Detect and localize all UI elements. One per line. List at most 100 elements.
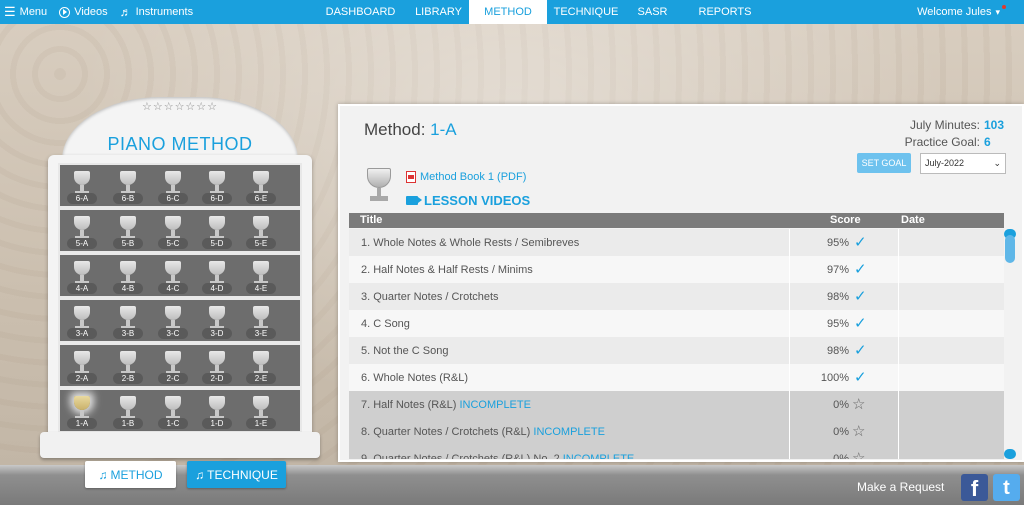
shelf-row: 4-A 4-B 4-C 4-D 4-E: [60, 255, 300, 300]
trophy-slot[interactable]: 1-C: [157, 394, 189, 430]
lesson-title: 3. Quarter Notes / Crotchets: [361, 291, 499, 303]
lesson-title-text: 6. Whole Notes (R&L): [361, 372, 468, 384]
method-button[interactable]: ♫ METHOD: [85, 461, 176, 488]
facebook-icon[interactable]: f: [961, 474, 988, 501]
practice-stats: July Minutes: 103 Practice Goal: 6: [905, 117, 1008, 151]
checkmark-icon: ✓: [854, 261, 867, 278]
trophy-slot[interactable]: 6-C: [157, 169, 189, 205]
table-row[interactable]: 8. Quarter Notes / Crotchets (R&L) INCOM…: [349, 418, 1004, 445]
music-note-icon: ♫: [98, 467, 108, 482]
tab-reports[interactable]: REPORTS: [680, 0, 770, 24]
minutes-label: July Minutes:: [909, 118, 980, 132]
videos-button[interactable]: Videos: [59, 6, 108, 18]
trophy-slot[interactable]: 3-C: [157, 304, 189, 340]
trophy-slot[interactable]: 3-A: [66, 304, 98, 340]
trophy-slot[interactable]: 6-B: [112, 169, 144, 205]
trophy-slot[interactable]: 2-C: [157, 349, 189, 385]
table-row[interactable]: 3. Quarter Notes / Crotchets 98% ✓: [349, 283, 1004, 310]
star-icon: ☆: [852, 450, 866, 459]
instruments-label: Instruments: [135, 6, 194, 18]
music-note-icon: ♫: [195, 467, 205, 482]
trophy-slot[interactable]: 6-A: [66, 169, 98, 205]
pdf-link-label: Method Book 1 (PDF): [420, 171, 527, 183]
trophy-slot[interactable]: 4-C: [157, 259, 189, 295]
lesson-title: 7. Half Notes (R&L) INCOMPLETE: [361, 399, 531, 411]
tab-sasr[interactable]: SASR: [625, 0, 680, 24]
menu-button[interactable]: ☰ Menu: [4, 4, 47, 20]
column-divider: [898, 337, 899, 364]
trophy-label: 3-D: [202, 328, 232, 339]
tab-library[interactable]: LIBRARY: [408, 0, 469, 24]
lesson-title-text: 1. Whole Notes & Whole Rests / Semibreve…: [361, 237, 580, 249]
trophy-slot[interactable]: 5-C: [157, 214, 189, 250]
trophy-label: 5-A: [67, 238, 97, 249]
lesson-videos-link[interactable]: LESSON VIDEOS: [406, 193, 530, 208]
trophy-label: 6-C: [158, 193, 188, 204]
trophy-label: 5-E: [246, 238, 276, 249]
trophy-slot[interactable]: 4-A: [66, 259, 98, 295]
set-goal-button[interactable]: SET GOAL: [857, 153, 911, 173]
trophy-slot[interactable]: 2-B: [112, 349, 144, 385]
table-row[interactable]: 1. Whole Notes & Whole Rests / Semibreve…: [349, 229, 1004, 256]
tab-dashboard[interactable]: DASHBOARD: [313, 0, 408, 24]
technique-button[interactable]: ♫ TECHNIQUE: [187, 461, 286, 488]
trophy-slot[interactable]: 5-D: [201, 214, 233, 250]
table-row[interactable]: 9. Quarter Notes / Crotchets (R&L) No. 2…: [349, 445, 1004, 459]
method-value: 1-A: [430, 120, 457, 139]
trophy-slot[interactable]: 6-D: [201, 169, 233, 205]
scroll-thumb[interactable]: [1005, 235, 1015, 263]
tab-method[interactable]: METHOD: [469, 0, 547, 24]
table-row[interactable]: 6. Whole Notes (R&L) 100% ✓: [349, 364, 1004, 391]
trophy-slot[interactable]: 5-E: [245, 214, 277, 250]
trophy-label: 2-E: [246, 373, 276, 384]
column-date: Date: [901, 214, 925, 226]
incomplete-badge: INCOMPLETE: [562, 453, 635, 459]
incomplete-badge: INCOMPLETE: [459, 399, 531, 411]
trophy-slot[interactable]: 5-B: [112, 214, 144, 250]
column-divider: [898, 256, 899, 283]
scroll-down-button[interactable]: [1004, 449, 1016, 459]
lesson-title: 5. Not the C Song: [361, 345, 448, 357]
month-select[interactable]: July-2022 ⌄: [920, 153, 1006, 174]
table-row[interactable]: 7. Half Notes (R&L) INCOMPLETE 0% ☆: [349, 391, 1004, 418]
trophy-slot[interactable]: 2-D: [201, 349, 233, 385]
trophy-slot[interactable]: 5-A: [66, 214, 98, 250]
trophy-slot[interactable]: 3-E: [245, 304, 277, 340]
lesson-score: 98%: [826, 345, 849, 357]
trophy-slot[interactable]: 2-A: [66, 349, 98, 385]
column-divider: [898, 364, 899, 391]
trophy-slot[interactable]: 4-E: [245, 259, 277, 295]
trophy-slot[interactable]: 1-A: [66, 394, 98, 430]
trophy-slot[interactable]: 2-E: [245, 349, 277, 385]
scrollbar[interactable]: [1004, 229, 1016, 459]
trophy-slot[interactable]: 3-D: [201, 304, 233, 340]
method-book-pdf-link[interactable]: Method Book 1 (PDF): [406, 171, 526, 183]
lesson-title-text: 3. Quarter Notes / Crotchets: [361, 291, 499, 303]
trophy-slot[interactable]: 1-B: [112, 394, 144, 430]
star-icon: ☆: [852, 423, 866, 440]
checkmark-icon: ✓: [854, 234, 867, 251]
trophy-label: 2-D: [202, 373, 232, 384]
trophy-slot[interactable]: 1-E: [245, 394, 277, 430]
trophy-label: 2-B: [113, 373, 143, 384]
column-divider: [898, 445, 899, 459]
lesson-table[interactable]: 1. Whole Notes & Whole Rests / Semibreve…: [349, 229, 1004, 459]
trophy-label: 1-D: [202, 418, 232, 429]
trophy-slot[interactable]: 6-E: [245, 169, 277, 205]
tab-technique[interactable]: TECHNIQUE: [547, 0, 625, 24]
trophy-label: 1-C: [158, 418, 188, 429]
trophy-slot[interactable]: 3-B: [112, 304, 144, 340]
table-row[interactable]: 2. Half Notes & Half Rests / Minims 97% ✓: [349, 256, 1004, 283]
table-row[interactable]: 5. Not the C Song 98% ✓: [349, 337, 1004, 364]
user-menu[interactable]: Welcome Jules ▾: [917, 0, 1006, 24]
make-request-link[interactable]: Make a Request: [857, 480, 944, 494]
instruments-button[interactable]: ♬ Instruments: [120, 5, 193, 19]
trophy-label: 5-D: [202, 238, 232, 249]
trophy-label: 6-B: [113, 193, 143, 204]
table-row[interactable]: 4. C Song 95% ✓: [349, 310, 1004, 337]
shelf-row: 1-A 1-B 1-C 1-D 1-E: [60, 390, 300, 435]
twitter-icon[interactable]: t: [993, 474, 1020, 501]
trophy-slot[interactable]: 4-B: [112, 259, 144, 295]
trophy-slot[interactable]: 1-D: [201, 394, 233, 430]
trophy-slot[interactable]: 4-D: [201, 259, 233, 295]
